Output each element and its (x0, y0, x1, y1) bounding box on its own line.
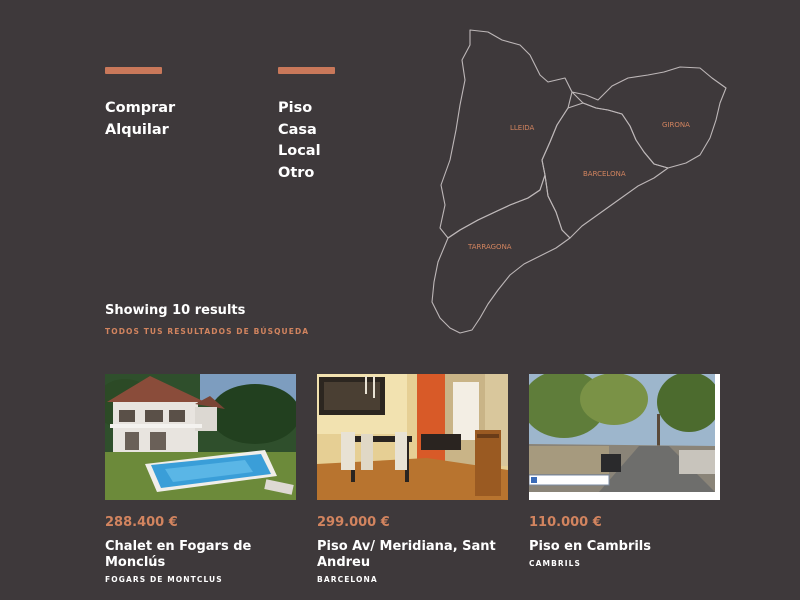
listing-photo-chalet[interactable] (105, 374, 296, 500)
filter-otro[interactable]: Otro (278, 163, 321, 185)
listing-price: 288.400 € (105, 515, 178, 530)
operation-filter-list: Comprar Alquilar (105, 98, 175, 141)
listing-location: BARCELONA (317, 575, 378, 584)
map-region-girona[interactable] (571, 66, 727, 169)
filter-local[interactable]: Local (278, 141, 321, 163)
map-label-barcelona: BARCELONA (583, 170, 626, 178)
results-subtitle: TODOS TUS RESULTADOS DE BÚSQUEDA (105, 327, 310, 336)
listing-card[interactable]: 288.400 € Chalet en Fogars de Monclús FO… (105, 374, 296, 584)
map-label-tarragona: TARRAGONA (467, 243, 512, 251)
listing-photo-cambrils[interactable] (529, 374, 720, 500)
filter-casa[interactable]: Casa (278, 120, 321, 142)
map-label-girona: GIRONA (662, 121, 690, 129)
type-accent-bar (278, 67, 335, 74)
listing-card[interactable]: 110.000 € Piso en Cambrils CAMBRILS (529, 374, 720, 568)
listing-title[interactable]: Piso en Cambrils (529, 539, 720, 555)
listing-location: CAMBRILS (529, 559, 582, 568)
filter-alquilar[interactable]: Alquilar (105, 120, 175, 142)
operation-accent-bar (105, 67, 162, 74)
type-filter-list: Piso Casa Local Otro (278, 98, 321, 185)
listing-price: 110.000 € (529, 515, 602, 530)
listing-title[interactable]: Chalet en Fogars de Monclús (105, 539, 296, 571)
listing-location: FOGARS DE MONTCLUS (105, 575, 223, 584)
map-label-lleida: LLEIDA (510, 124, 535, 132)
listing-photo-piso-meridiana[interactable] (317, 374, 508, 500)
listing-card[interactable]: 299.000 € Piso Av/ Meridiana, Sant Andre… (317, 374, 508, 584)
filter-piso[interactable]: Piso (278, 98, 321, 120)
results-count: Showing 10 results (105, 303, 246, 318)
region-map: LLEIDA GIRONA BARCELONA TARRAGONA (431, 29, 727, 334)
filter-comprar[interactable]: Comprar (105, 98, 175, 120)
listing-price: 299.000 € (317, 515, 390, 530)
map-region-tarragona[interactable] (431, 174, 571, 334)
listing-title[interactable]: Piso Av/ Meridiana, Sant Andreu (317, 539, 508, 571)
